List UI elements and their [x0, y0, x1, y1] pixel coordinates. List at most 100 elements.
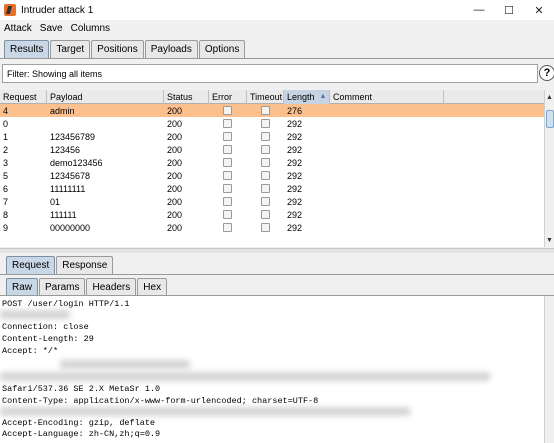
column-header-error[interactable]: Error	[209, 90, 247, 104]
tab-options[interactable]: Options	[198, 40, 246, 58]
cell-request: 6	[3, 183, 9, 194]
cell-status: 200	[167, 131, 183, 142]
checkbox	[223, 132, 232, 141]
tab-target[interactable]: Target	[50, 40, 91, 58]
cell-length: 292	[287, 196, 303, 207]
checkbox	[260, 197, 270, 206]
cell-status: 200	[167, 196, 183, 207]
cell-status: 200	[167, 170, 183, 181]
header-line: Connection: close	[2, 322, 89, 332]
column-header-status[interactable]: Status	[164, 90, 209, 104]
cell-length: 292	[287, 157, 303, 168]
cell-request: 8	[3, 209, 9, 220]
table-row[interactable]: 4 admin 200 276	[0, 104, 544, 117]
column-header-timeout[interactable]: Timeout	[247, 90, 284, 104]
cell-error	[209, 195, 247, 208]
cell-error	[209, 156, 247, 169]
cell-payload: 111111	[50, 209, 77, 220]
cell-comment	[330, 208, 444, 221]
header-line: Accept-Language: zh-CN,zh;q=0.9	[2, 429, 161, 439]
table-row[interactable]: 2 123456 200 292	[0, 143, 544, 156]
cell-timeout	[247, 156, 284, 169]
tab-params[interactable]: Params	[39, 278, 86, 296]
cell-length: 292	[287, 131, 303, 142]
menu-columns[interactable]: Columns	[71, 23, 110, 34]
view-tabs: Raw Params Headers Hex	[6, 278, 168, 296]
tab-results[interactable]: Results	[4, 40, 50, 58]
table-row[interactable]: 9 00000000 200 292	[0, 221, 544, 234]
checkbox	[223, 119, 232, 128]
cell-request: 4	[3, 105, 9, 116]
tab-headers[interactable]: Headers	[86, 278, 137, 296]
column-header-comment[interactable]: Comment	[330, 90, 444, 104]
cell-length: 292	[287, 209, 303, 220]
editor-scrollbar[interactable]	[544, 296, 554, 443]
scroll-up-icon[interactable]: ▲	[545, 92, 554, 102]
checkbox	[223, 171, 232, 180]
cell-payload: 123456789	[50, 131, 96, 142]
checkbox	[260, 119, 270, 128]
tab-request[interactable]: Request	[6, 256, 56, 274]
column-header-length[interactable]: Length ▲	[284, 90, 330, 104]
table-row[interactable]: 6 11111111 200 292	[0, 182, 544, 195]
menu-save[interactable]: Save	[40, 23, 63, 34]
cell-length: 292	[287, 118, 303, 129]
cell-status: 200	[167, 157, 183, 168]
table-row[interactable]: 8 111111 200 292	[0, 208, 544, 221]
cell-comment	[330, 117, 444, 130]
results-table: Request Payload Status Error Timeout Len…	[0, 90, 544, 247]
table-row[interactable]: 1 123456789 200 292	[0, 130, 544, 143]
tab-divider	[0, 274, 554, 275]
cell-request: 3	[3, 157, 9, 168]
scroll-down-icon[interactable]: ▼	[545, 235, 554, 245]
column-header-request[interactable]: Request	[0, 90, 47, 104]
table-row[interactable]: 0 200 292	[0, 117, 544, 130]
cell-status: 200	[167, 222, 183, 233]
checkbox	[223, 197, 232, 206]
tab-payloads[interactable]: Payloads	[144, 40, 198, 58]
main-tabs: Results Target Positions Payloads Option…	[4, 40, 246, 58]
filter-bar[interactable]: Filter: Showing all items	[2, 64, 538, 83]
checkbox	[223, 223, 232, 232]
checkbox	[223, 184, 232, 193]
table-row[interactable]: 7 01 200 292	[0, 195, 544, 208]
table-scrollbar[interactable]: ▲ ▼	[544, 90, 554, 247]
checkbox	[260, 158, 270, 167]
cell-timeout	[247, 182, 284, 195]
scroll-thumb[interactable]	[546, 110, 554, 128]
cell-error	[209, 104, 247, 117]
cell-comment	[330, 195, 444, 208]
cell-request: 2	[3, 144, 9, 155]
tab-raw[interactable]: Raw	[6, 278, 39, 296]
message-tabs: Request Response	[6, 256, 114, 274]
cell-status: 200	[167, 105, 183, 116]
cell-request: 5	[3, 170, 9, 181]
cell-request: 0	[3, 118, 9, 129]
tab-response[interactable]: Response	[56, 256, 114, 274]
checkbox	[260, 106, 270, 115]
checkbox	[223, 210, 232, 219]
cell-length: 292	[287, 222, 303, 233]
minimize-button[interactable]: —	[464, 0, 494, 20]
close-button[interactable]: ✕	[524, 0, 554, 20]
menu-attack[interactable]: Attack	[4, 23, 32, 34]
cell-payload: demo123456	[50, 157, 103, 168]
table-row[interactable]: 5 12345678 200 292	[0, 169, 544, 182]
tab-hex[interactable]: Hex	[137, 278, 168, 296]
cell-timeout	[247, 208, 284, 221]
table-row[interactable]: 3 demo123456 200 292	[0, 156, 544, 169]
cell-comment	[330, 182, 444, 195]
maximize-button[interactable]: ☐	[494, 0, 524, 20]
cell-request: 9	[3, 222, 9, 233]
column-header-payload[interactable]: Payload	[47, 90, 164, 104]
cell-timeout	[247, 195, 284, 208]
cell-comment	[330, 143, 444, 156]
cell-comment	[330, 156, 444, 169]
help-icon[interactable]: ?	[539, 65, 554, 81]
cell-status: 200	[167, 183, 183, 194]
pane-splitter[interactable]	[0, 248, 554, 253]
cell-error	[209, 182, 247, 195]
cell-error	[209, 221, 247, 234]
raw-request-editor[interactable]: POST /user/login HTTP/1.1 Connection: cl…	[0, 296, 544, 443]
tab-positions[interactable]: Positions	[91, 40, 144, 58]
